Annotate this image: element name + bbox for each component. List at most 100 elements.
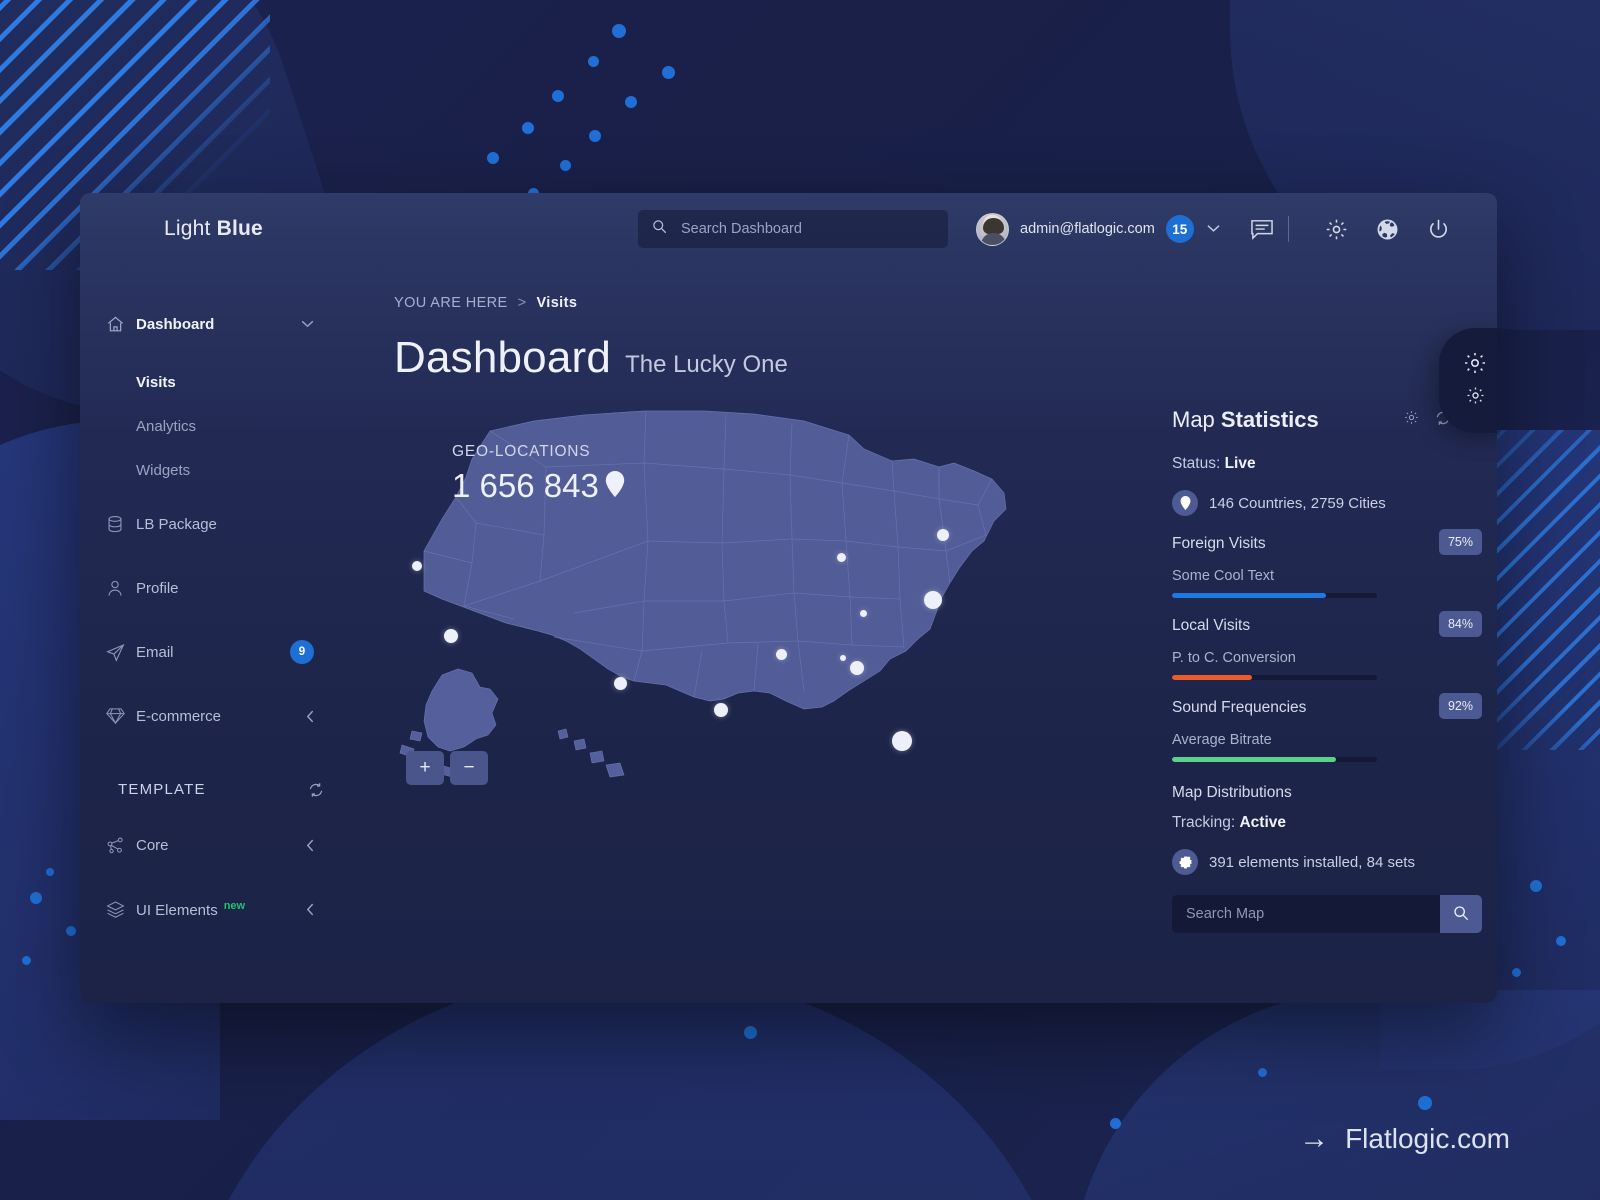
status-label: Status: [1172, 455, 1221, 472]
decor-dot [662, 66, 675, 79]
sidebar-item-email[interactable]: Email 9 [80, 631, 362, 673]
map-marker[interactable] [924, 591, 942, 609]
metric-top: Local Visits 84% [1172, 611, 1482, 643]
message-icon[interactable] [1250, 219, 1274, 240]
gear-icon[interactable] [1466, 386, 1485, 410]
map-pin-icon [1172, 490, 1198, 516]
header-divider [1287, 216, 1289, 242]
search-dashboard-field[interactable]: Search Dashboard [638, 210, 948, 248]
sidebar-item-core[interactable]: Core [80, 824, 362, 866]
main-content: YOU ARE HERE > Visits Dashboard The Luck… [362, 265, 1497, 1003]
gear-icon[interactable] [1325, 218, 1348, 241]
decor-blob-bottom [180, 970, 1080, 1200]
metric-name: Local Visits [1172, 617, 1251, 634]
sidebar-item-visits[interactable]: Visits [136, 367, 362, 397]
arrow-right-icon: → [1299, 1122, 1329, 1155]
page-title: Dashboard The Lucky One [394, 333, 1482, 383]
metric-percent-badge: 84% [1438, 611, 1482, 637]
chevron-left-icon[interactable] [306, 903, 362, 916]
app-body: Dashboard Visits Analytics Widgets LB Pa… [80, 265, 1497, 1003]
sidebar-item-dashboard[interactable]: Dashboard [80, 303, 362, 345]
sidebar-item-lb-package[interactable]: LB Package [80, 503, 362, 545]
flatlogic-brand[interactable]: → Flatlogic.com [1299, 1122, 1510, 1156]
globe-icon[interactable] [1376, 218, 1399, 241]
gear-icon[interactable] [1463, 351, 1487, 380]
tracking-label: Tracking: [1172, 814, 1236, 831]
sidebar-item-label: Dashboard [136, 315, 215, 333]
flatlogic-label: Flatlogic.com [1345, 1123, 1510, 1154]
sidebar-item-ui-elements[interactable]: UI Elements new [80, 888, 362, 930]
decor-dot [552, 90, 564, 102]
map-marker[interactable] [892, 731, 912, 751]
avatar [976, 212, 1009, 246]
brand-light: Light [164, 217, 217, 240]
map-marker[interactable] [837, 553, 846, 562]
map-marker[interactable] [412, 561, 422, 571]
map-statistics-header: Map Statistics [1172, 407, 1482, 433]
elements-text: 391 elements installed, 84 sets [1209, 853, 1415, 871]
refresh-icon[interactable] [308, 782, 324, 798]
map-widget[interactable]: GEO-LOCATIONS 1 656 843 + − [394, 401, 1134, 801]
map-zoom-out-button[interactable]: − [450, 751, 488, 785]
map-zoom-in-button[interactable]: + [406, 751, 444, 785]
metric-percent-badge: 92% [1438, 693, 1482, 719]
breadcrumb-current[interactable]: Visits [536, 295, 577, 311]
metric-progress-fill [1172, 757, 1336, 762]
brand-logo[interactable]: Light Blue [80, 217, 362, 241]
locations-row: 146 Countries, 2759 Cities [1172, 490, 1482, 516]
map-marker[interactable] [840, 655, 846, 661]
gear-icon[interactable] [1404, 410, 1419, 430]
content-row: GEO-LOCATIONS 1 656 843 + − Map Statisti… [394, 401, 1482, 933]
sidebar-section-label: TEMPLATE [118, 781, 206, 798]
map-distributions-title: Map Distributions [1172, 784, 1292, 801]
search-icon [652, 219, 667, 239]
decor-dot [1556, 936, 1566, 946]
sidebar-item-label: Core [136, 836, 169, 854]
sidebar-subitem-label: Visits [136, 373, 176, 391]
map-search-input[interactable] [1172, 895, 1440, 933]
sidebar-item-widgets[interactable]: Widgets [136, 455, 362, 485]
sidebar-subitem-label: Analytics [136, 417, 197, 435]
page-title-main: Dashboard [394, 333, 612, 382]
sidebar-item-label: UI Elements new [136, 900, 306, 919]
chevron-down-icon[interactable] [1207, 222, 1220, 236]
status-value: Live [1224, 455, 1256, 472]
map-marker[interactable] [776, 649, 787, 660]
sidebar-item-profile[interactable]: Profile [80, 567, 362, 609]
metric-top: Foreign Visits 75% [1172, 529, 1482, 561]
status-row: Status: Live [1172, 455, 1482, 473]
decor-dot [1512, 968, 1521, 977]
metric-progress-bar [1172, 675, 1377, 680]
power-icon[interactable] [1427, 218, 1450, 241]
metric-sound-frequencies: Sound Frequencies 92% Average Bitrate [1172, 693, 1482, 762]
map-search-button[interactable] [1440, 895, 1482, 933]
chevron-down-icon[interactable] [301, 320, 362, 328]
chevron-left-icon[interactable] [306, 839, 362, 852]
map-marker[interactable] [937, 529, 949, 541]
brand-blue: Blue [216, 217, 263, 240]
app-window: Light Blue Search Dashboard admin@flatlo… [80, 193, 1497, 1003]
chevron-left-icon[interactable] [306, 710, 362, 723]
map-marker[interactable] [714, 703, 728, 717]
decor-dot [560, 160, 571, 171]
diamond-icon [106, 707, 136, 725]
sidebar-item-label: E-commerce [136, 707, 222, 725]
user-menu[interactable]: admin@flatlogic.com 15 [976, 212, 1220, 246]
metric-name: Foreign Visits [1172, 535, 1266, 552]
sidebar-item-label: LB Package [136, 515, 217, 533]
metric-progress-bar [1172, 757, 1377, 762]
map-marker[interactable] [850, 661, 864, 675]
map-marker[interactable] [614, 677, 627, 690]
decor-dot [66, 926, 76, 936]
map-marker[interactable] [444, 629, 458, 643]
search-icon [1453, 905, 1469, 924]
sidebar-item-ecommerce[interactable]: E-commerce [80, 695, 362, 737]
metric-progress-bar [1172, 593, 1377, 598]
new-tag: new [223, 899, 246, 912]
map-statistics-panel: Map Statistics Status: Live 146 Countrie… [1172, 401, 1482, 933]
map-marker[interactable] [860, 610, 867, 617]
map-zoom-controls: + − [406, 751, 488, 785]
sidebar-item-analytics[interactable]: Analytics [136, 411, 362, 441]
sidebar-subnav: Visits Analytics Widgets [80, 367, 362, 485]
theme-settings-tab[interactable] [1439, 328, 1497, 433]
